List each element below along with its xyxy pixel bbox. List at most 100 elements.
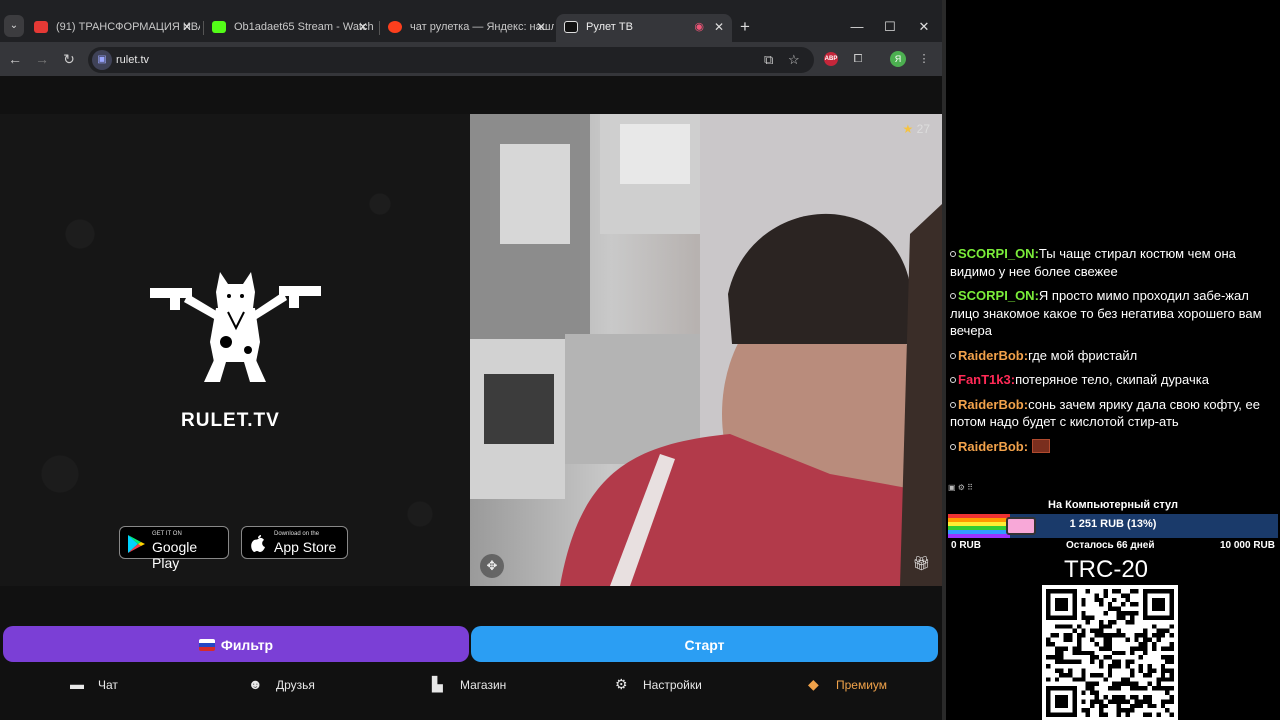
bookmark-star-icon[interactable]: ☆ [788, 51, 800, 69]
google-play-icon [126, 534, 146, 554]
partner-video: ★ 27 ✥ 🎁︎ [470, 114, 942, 586]
browser-menu-icon[interactable]: ⋮ [915, 50, 933, 68]
tab-bar: ⌄ (91) ТРАНСФОРМАЦИЯ ИВАН ✕ Ob1adaet65 S… [0, 12, 942, 42]
nav-settings[interactable]: ⚙ Настройки [615, 674, 702, 695]
nav-friends[interactable]: ☻ Друзья [248, 674, 315, 695]
minimize-button[interactable]: — [842, 14, 872, 40]
chat-text: где мой фристайл [1028, 347, 1138, 363]
chat-dot-icon [950, 293, 956, 299]
youtube-icon [34, 21, 48, 33]
friends-icon: ☻ [248, 676, 263, 692]
profile-avatar[interactable]: Я [890, 51, 906, 67]
chat-username: SCORPI_ON: [958, 288, 1039, 303]
reload-button[interactable]: ↻ [58, 48, 80, 70]
close-window-button[interactable]: ✕ [909, 14, 939, 40]
close-tab-icon[interactable]: ✕ [536, 14, 546, 40]
goal-max: 10 000 RUB [1219, 540, 1275, 551]
tab-youtube[interactable]: (91) ТРАНСФОРМАЦИЯ ИВАН ✕ [26, 14, 200, 42]
address-bar[interactable]: ▣ rulet.tv ⧉ ☆ [88, 47, 814, 73]
shop-bag-icon: ▙ [432, 676, 443, 692]
nav-label: Настройки [643, 678, 702, 692]
maximize-button[interactable]: ☐ [875, 14, 905, 40]
stream-overlay: SCORPI_ON:Ты чаще стирал костюм чем она … [946, 0, 1280, 720]
rating-value: 27 [916, 122, 930, 136]
google-play-button[interactable]: GET IT ON Google Play [119, 526, 229, 571]
nav-premium[interactable]: ◆ Премиум [808, 674, 887, 695]
tab-title: Рулет ТВ [586, 21, 633, 33]
chat-message: SCORPI_ON:Ты чаще стирал костюм чем она … [950, 245, 1276, 280]
new-tab-button[interactable]: + [737, 14, 753, 40]
qr-code-image [1042, 585, 1178, 720]
chat-message: SCORPI_ON:Я просто мимо проходил забе-жа… [950, 287, 1276, 340]
close-tab-icon[interactable]: ✕ [358, 14, 368, 40]
tab-rulet-tv[interactable]: Рулет ТВ ◉ ✕ [556, 14, 732, 42]
store-small-text: Download on the [274, 531, 320, 537]
rulet-page: RULET.TV GET IT ON Google Play Download … [0, 76, 942, 720]
chat-username: RaiderBob: [958, 438, 1029, 454]
nav-shop[interactable]: ▙ Магазин [432, 674, 506, 695]
chat-text: потеряное тело, скипай дурачка [1015, 372, 1209, 387]
webcam-frame-image [470, 114, 942, 586]
chat-message: RaiderBob: [950, 438, 1276, 456]
russia-flag-icon [198, 639, 215, 651]
goal-settings-icons: ▣ ⚙ ⠿ [948, 483, 974, 492]
kick-icon [212, 21, 226, 33]
rating-badge: ★ 27 [903, 122, 930, 136]
brand-panel: RULET.TV GET IT ON Google Play Download … [0, 114, 470, 586]
browser-toolbar: ← → ↻ ▣ rulet.tv ⧉ ☆ ABP ⧠ Я ⋮ [0, 42, 942, 76]
install-app-icon[interactable]: ⧉ [764, 51, 773, 69]
yandex-icon [388, 21, 402, 33]
goal-amount: 1 251 RUB (13%) [1069, 518, 1157, 530]
adblock-extension-icon[interactable]: ABP [824, 52, 838, 66]
start-button[interactable]: Старт [471, 626, 938, 662]
chat-dot-icon [950, 352, 956, 359]
gamepad-icon[interactable]: ✥ [480, 554, 504, 578]
bottom-nav: ▬ Чат ☻ Друзья ▙ Магазин ⚙ Настройки ◆ Премиу… [0, 672, 942, 700]
browser-window: ⌄ (91) ТРАНСФОРМАЦИЯ ИВАН ✕ Ob1adaet65 S… [0, 0, 946, 720]
chat-message: RaiderBob:где мой фристайл [950, 347, 1276, 365]
wallet-label: TRC-20 [1064, 556, 1149, 583]
tab-title: чат рулетка — Яндекс: нашло [410, 21, 554, 33]
forward-button[interactable]: → [31, 48, 53, 70]
nav-chat[interactable]: ▬ Чат [70, 674, 118, 695]
filter-button[interactable]: Фильтр [3, 626, 469, 662]
chat-username: SCORPI_ON: [958, 246, 1039, 261]
nav-label: Чат [98, 678, 118, 692]
gift-icon[interactable]: 🎁︎ [912, 555, 930, 572]
stream-chat: SCORPI_ON:Ты чаще стирал костюм чем она … [950, 245, 1276, 462]
start-label: Старт [684, 637, 725, 653]
goal-min: 0 RUB [951, 540, 982, 551]
goal-remaining: Осталось 66 дней [1066, 540, 1155, 551]
chat-username: RaiderBob: [958, 396, 1029, 412]
title-strip [0, 0, 942, 12]
store-big-text: Google Play [152, 539, 198, 571]
extensions-puzzle-icon[interactable]: ⧠ [849, 50, 867, 68]
emote-icon [1031, 438, 1050, 453]
chat-message: FanT1k3:потеряное тело, скипай дурачка [950, 371, 1276, 389]
close-tab-icon[interactable]: ✕ [182, 14, 192, 40]
chat-dot-icon [950, 401, 956, 408]
chat-username: RaiderBob: [958, 347, 1029, 363]
donation-goal: ▣ ⚙ ⠿ На Компьютерный стул 1 251 RUB (13… [948, 483, 1278, 553]
apple-icon [248, 534, 268, 554]
tab-title: Ob1adaet65 Stream - Watch Li [234, 21, 376, 33]
tab-search-button[interactable]: ⌄ [4, 15, 24, 37]
brand-logo-text: RULET.TV [181, 410, 280, 431]
store-big-text: App Store [274, 539, 337, 555]
tab-kick-stream[interactable]: Ob1adaet65 Stream - Watch Li ✕ [204, 14, 376, 42]
chat-dot-icon [950, 443, 956, 450]
recording-icon: ◉ [694, 21, 704, 33]
cat-logo-icon [148, 272, 323, 392]
goal-progress-bar: 1 251 RUB (13%) [948, 514, 1278, 538]
site-info-icon[interactable]: ▣ [92, 50, 112, 70]
back-button[interactable]: ← [4, 48, 26, 70]
url-text: rulet.tv [116, 54, 150, 66]
app-store-button[interactable]: Download on the App Store [241, 526, 348, 559]
goal-title: На Компьютерный стул [1048, 499, 1178, 511]
rulet-icon [564, 21, 578, 33]
tag-icon: ◆ [808, 676, 819, 692]
filter-label: Фильтр [220, 637, 274, 653]
close-tab-icon[interactable]: ✕ [714, 14, 724, 40]
chat-message: RaiderBob:сонь зачем ярику дала свою коф… [950, 396, 1276, 431]
tab-yandex[interactable]: чат рулетка — Яндекс: нашло ✕ [380, 14, 554, 42]
